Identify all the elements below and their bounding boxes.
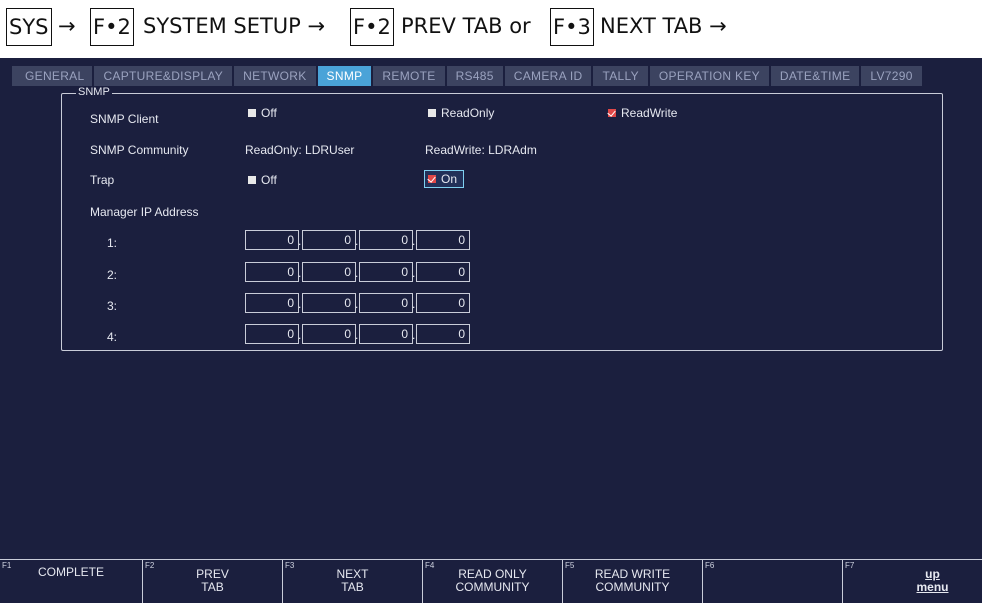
manager-ip-label: Manager IP Address <box>90 205 199 219</box>
tab-bar: GENERAL CAPTURE&DISPLAY NETWORK SNMP REM… <box>12 66 924 86</box>
f1-complete-button[interactable]: F1 COMPLETE <box>0 559 142 603</box>
ip-octet-field[interactable]: 0 <box>416 230 470 250</box>
ip-dot: . <box>298 234 302 248</box>
trap-on-option[interactable]: On <box>424 170 465 188</box>
f2-key: F•2 <box>90 8 134 46</box>
community-readonly-value: ReadOnly: LDRUser <box>245 143 355 157</box>
snmp-group: SNMP <box>61 86 943 351</box>
tab-lv7290[interactable]: LV7290 <box>861 66 924 86</box>
ip-octet-field[interactable]: 0 <box>302 293 356 313</box>
f2-prev-tab-button[interactable]: F2 PREV TAB <box>142 559 282 603</box>
trap-off-option[interactable]: Off <box>248 173 277 187</box>
ip-dot: . <box>355 297 359 311</box>
f3-key: F•3 <box>550 8 594 46</box>
ip-dot: . <box>298 297 302 311</box>
prev-tab-label: PREV TAB or <box>401 14 531 38</box>
f3-next-tab-button[interactable]: F3 NEXT TAB <box>282 559 422 603</box>
manager-index: 2: <box>107 268 118 282</box>
ip-dot: . <box>412 266 416 280</box>
next-tab-label: NEXT TAB → <box>600 14 727 38</box>
ip-octet-field[interactable]: 0 <box>245 262 299 282</box>
client-off-option[interactable]: Off <box>248 106 277 120</box>
ip-dot: . <box>298 266 302 280</box>
tab-network[interactable]: NETWORK <box>234 66 318 86</box>
ip-dot: . <box>298 328 302 342</box>
breadcrumb: SYS → F•2 SYSTEM SETUP → F•2 PREV TAB or… <box>0 0 982 58</box>
function-key-bar: F1 COMPLETE F2 PREV TAB F3 NEXT TAB F4 R… <box>0 559 982 603</box>
ip-dot: . <box>412 234 416 248</box>
ip-dot: . <box>412 328 416 342</box>
ip-dot: . <box>355 328 359 342</box>
tab-operation-key[interactable]: OPERATION KEY <box>649 66 771 86</box>
f6-empty-button[interactable]: F6 <box>702 559 842 603</box>
checkbox-icon <box>428 109 436 117</box>
snmp-client-label: SNMP Client <box>90 112 159 126</box>
trap-label: Trap <box>90 173 115 187</box>
tab-capture-display[interactable]: CAPTURE&DISPLAY <box>94 66 235 86</box>
ip-octet-field[interactable]: 0 <box>302 262 356 282</box>
tab-general[interactable]: GENERAL <box>12 66 95 86</box>
ip-octet-field[interactable]: 0 <box>245 230 299 250</box>
ip-octet-field[interactable]: 0 <box>359 324 413 344</box>
ip-octet-field[interactable]: 0 <box>416 293 470 313</box>
community-readwrite-value: ReadWrite: LDRAdm <box>425 143 537 157</box>
checkbox-icon <box>248 109 256 117</box>
tab-date-time[interactable]: DATE&TIME <box>770 66 862 86</box>
manager-index: 1: <box>107 236 118 250</box>
ip-octet-field[interactable]: 0 <box>416 324 470 344</box>
ip-octet-field[interactable]: 0 <box>302 324 356 344</box>
f7-up-menu-button[interactable]: F7 up menu <box>842 559 982 603</box>
f2-key-b: F•2 <box>350 8 394 46</box>
client-readwrite-option[interactable]: ReadWrite <box>608 106 677 120</box>
tab-tally[interactable]: TALLY <box>593 66 650 86</box>
group-title: SNMP <box>76 86 112 98</box>
ip-octet-field[interactable]: 0 <box>416 262 470 282</box>
f5-read-write-community-button[interactable]: F5 READ WRITE COMMUNITY <box>562 559 702 603</box>
tab-snmp[interactable]: SNMP <box>317 66 374 86</box>
ip-dot: . <box>355 266 359 280</box>
ip-octet-field[interactable]: 0 <box>359 293 413 313</box>
client-readonly-option[interactable]: ReadOnly <box>428 106 494 120</box>
ip-dot: . <box>412 297 416 311</box>
ip-octet-field[interactable]: 0 <box>359 230 413 250</box>
ip-octet-field[interactable]: 0 <box>245 293 299 313</box>
f4-read-only-community-button[interactable]: F4 READ ONLY COMMUNITY <box>422 559 562 603</box>
manager-index: 4: <box>107 330 118 344</box>
checkbox-checked-icon <box>608 109 616 117</box>
snmp-community-label: SNMP Community <box>90 143 189 157</box>
checkbox-icon <box>248 176 256 184</box>
tab-camera-id[interactable]: CAMERA ID <box>504 66 594 86</box>
ip-octet-field[interactable]: 0 <box>245 324 299 344</box>
ip-octet-field[interactable]: 0 <box>359 262 413 282</box>
ip-octet-field[interactable]: 0 <box>302 230 356 250</box>
sys-key: SYS <box>6 8 52 46</box>
checkbox-checked-icon <box>428 175 436 183</box>
tab-remote[interactable]: REMOTE <box>373 66 447 86</box>
system-setup-label: SYSTEM SETUP → <box>143 14 326 38</box>
arrow-icon: → <box>58 14 76 38</box>
setup-screen: GENERAL CAPTURE&DISPLAY NETWORK SNMP REM… <box>0 58 982 603</box>
tab-rs485[interactable]: RS485 <box>446 66 505 86</box>
manager-index: 3: <box>107 299 118 313</box>
ip-dot: . <box>355 234 359 248</box>
